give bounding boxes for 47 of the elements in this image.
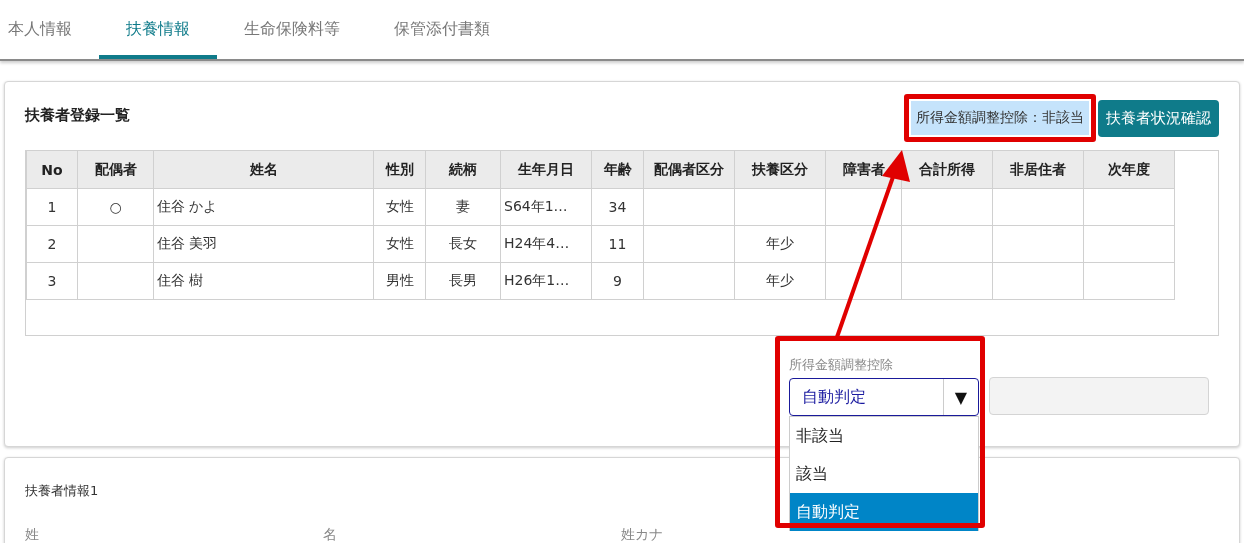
table-cell: 住谷 美羽 [153,225,374,263]
input-field[interactable] [989,377,1209,415]
status-check-button[interactable]: 扶養者状況確認 [1098,99,1219,137]
table-cell: 長女 [425,225,501,263]
column-header: 配偶者区分 [643,151,735,189]
table-cell: H26年1… [500,262,592,300]
table-cell: 女性 [373,225,426,263]
table-cell: 長男 [425,262,501,300]
table-cell: 34 [591,188,644,226]
panel-title: 扶養者登録一覧 [25,106,130,125]
table-cell: 年少 [734,262,826,300]
column-header: 生年月日 [500,151,592,189]
tab[interactable]: 保管添付書類 [367,0,517,59]
table-cell: 9 [591,262,644,300]
table-cell: 女性 [373,188,426,226]
status-badge: 所得金額調整控除：非該当 [911,101,1089,135]
deduction-select[interactable]: 自動判定 ▼ [789,378,979,416]
field-label: 名 [323,526,338,543]
panel-title: 扶養者情報1 [25,482,100,500]
table-cell: H24年4… [500,225,592,263]
table-cell: 1 [26,188,78,226]
column-header: No [26,151,78,189]
column-header: 年齢 [591,151,644,189]
table-cell: 妻 [425,188,501,226]
column-header: 次年度 [1083,151,1175,189]
column-header: 姓名 [153,151,374,189]
column-header: 続柄 [425,151,501,189]
table-cell: 11 [591,225,644,263]
table-cell: 住谷 樹 [153,262,374,300]
column-header: 配偶者 [77,151,154,189]
select-label: 所得金額調整控除 [789,356,894,374]
table-cell: S64年1… [500,188,592,226]
table-cell: 男性 [373,262,426,300]
table-cell: 3 [26,262,78,300]
table-cell: 年少 [734,225,826,263]
column-header: 性別 [373,151,426,189]
tab[interactable]: 扶養情報 [99,0,217,59]
column-header: 合計所得 [901,151,993,189]
table-cell: 住谷 かよ [153,188,374,226]
tab[interactable]: 生命保険料等 [217,0,367,59]
field-label: 姓カナ [621,526,664,543]
table-cell: ○ [77,188,154,226]
column-header: 扶養区分 [734,151,826,189]
column-header: 非居住者 [992,151,1084,189]
field-label: 姓 [25,526,40,543]
tab[interactable]: 本人情報 [0,0,99,59]
table-cell: 2 [26,225,78,263]
